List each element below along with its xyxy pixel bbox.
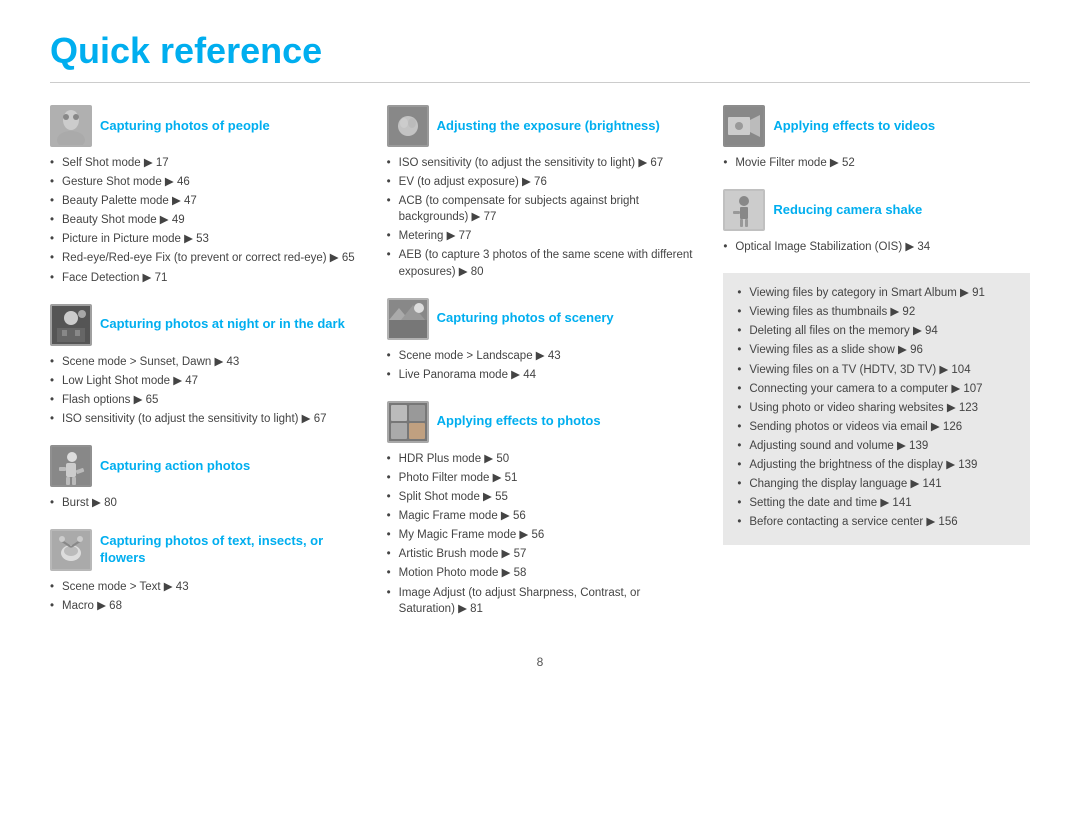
- list-item: Scene mode > Text ▶ 43: [50, 579, 357, 595]
- list-item: Motion Photo mode ▶ 58: [387, 565, 694, 581]
- section-action-list: Burst ▶ 80: [50, 495, 357, 511]
- exposure-thumb: [387, 105, 429, 147]
- list-item: My Magic Frame mode ▶ 56: [387, 527, 694, 543]
- section-text-title: Capturing photos of text, insects, or fl…: [100, 533, 357, 567]
- list-item: Live Panorama mode ▶ 44: [387, 367, 694, 383]
- section-people-header: Capturing photos of people: [50, 105, 357, 147]
- list-item: Gesture Shot mode ▶ 46: [50, 174, 357, 190]
- list-item: Split Shot mode ▶ 55: [387, 489, 694, 505]
- list-item: Burst ▶ 80: [50, 495, 357, 511]
- list-item: Macro ▶ 68: [50, 598, 357, 614]
- section-scenery-list: Scene mode > Landscape ▶ 43 Live Panoram…: [387, 348, 694, 383]
- section-scenery: Capturing photos of scenery Scene mode >…: [387, 298, 694, 383]
- list-item: Beauty Palette mode ▶ 47: [50, 193, 357, 209]
- list-item: Adjusting sound and volume ▶ 139: [737, 438, 1016, 454]
- list-item: ISO sensitivity (to adjust the sensitivi…: [387, 155, 694, 171]
- list-item: Adjusting the brightness of the display …: [737, 457, 1016, 473]
- list-item: Changing the display language ▶ 141: [737, 476, 1016, 492]
- section-action-header: Capturing action photos: [50, 445, 357, 487]
- section-night-header: Capturing photos at night or in the dark: [50, 304, 357, 346]
- list-item: Before contacting a service center ▶ 156: [737, 514, 1016, 530]
- section-people: Capturing photos of people Self Shot mod…: [50, 105, 357, 286]
- list-item: Setting the date and time ▶ 141: [737, 495, 1016, 511]
- section-effects-videos-header: Applying effects to videos: [723, 105, 1030, 147]
- section-effects-photos-header: Applying effects to photos: [387, 401, 694, 443]
- section-exposure-list: ISO sensitivity (to adjust the sensitivi…: [387, 155, 694, 280]
- list-item: Self Shot mode ▶ 17: [50, 155, 357, 171]
- section-night: Capturing photos at night or in the dark…: [50, 304, 357, 427]
- list-item: Viewing files as a slide show ▶ 96: [737, 342, 1016, 358]
- list-item: Movie Filter mode ▶ 52: [723, 155, 1030, 171]
- text-thumb: [50, 529, 92, 571]
- list-item: Viewing files as thumbnails ▶ 92: [737, 304, 1016, 320]
- section-people-title: Capturing photos of people: [100, 118, 270, 135]
- list-item: Face Detection ▶ 71: [50, 270, 357, 286]
- list-item: AEB (to capture 3 photos of the same sce…: [387, 247, 694, 279]
- column-1: Capturing photos of people Self Shot mod…: [50, 105, 357, 635]
- list-item: Using photo or video sharing websites ▶ …: [737, 400, 1016, 416]
- list-item: ACB (to compensate for subjects against …: [387, 193, 694, 225]
- list-item: Photo Filter mode ▶ 51: [387, 470, 694, 486]
- list-item: Image Adjust (to adjust Sharpness, Contr…: [387, 585, 694, 617]
- column-3: Applying effects to videos Movie Filter …: [723, 105, 1030, 635]
- list-item: HDR Plus mode ▶ 50: [387, 451, 694, 467]
- section-shake: Reducing camera shake Optical Image Stab…: [723, 189, 1030, 255]
- misc-box: Viewing files by category in Smart Album…: [723, 273, 1030, 545]
- section-text-header: Capturing photos of text, insects, or fl…: [50, 529, 357, 571]
- section-shake-title: Reducing camera shake: [773, 202, 922, 219]
- list-item: Picture in Picture mode ▶ 53: [50, 231, 357, 247]
- section-effects-photos-title: Applying effects to photos: [437, 413, 601, 430]
- section-exposure: Adjusting the exposure (brightness) ISO …: [387, 105, 694, 280]
- list-item: Viewing files on a TV (HDTV, 3D TV) ▶ 10…: [737, 362, 1016, 378]
- shake-thumb: [723, 189, 765, 231]
- list-item: Scene mode > Sunset, Dawn ▶ 43: [50, 354, 357, 370]
- section-shake-header: Reducing camera shake: [723, 189, 1030, 231]
- effects-videos-thumb: [723, 105, 765, 147]
- list-item: Viewing files by category in Smart Album…: [737, 285, 1016, 301]
- list-item: Optical Image Stabilization (OIS) ▶ 34: [723, 239, 1030, 255]
- column-2: Adjusting the exposure (brightness) ISO …: [387, 105, 694, 635]
- list-item: Connecting your camera to a computer ▶ 1…: [737, 381, 1016, 397]
- misc-box-list: Viewing files by category in Smart Album…: [737, 285, 1016, 530]
- list-item: Scene mode > Landscape ▶ 43: [387, 348, 694, 364]
- section-people-list: Self Shot mode ▶ 17 Gesture Shot mode ▶ …: [50, 155, 357, 286]
- page-title: Quick reference: [50, 30, 1030, 72]
- section-effects-videos-title: Applying effects to videos: [773, 118, 935, 135]
- section-effects-photos-list: HDR Plus mode ▶ 50 Photo Filter mode ▶ 5…: [387, 451, 694, 617]
- section-effects-videos-list: Movie Filter mode ▶ 52: [723, 155, 1030, 171]
- section-text: Capturing photos of text, insects, or fl…: [50, 529, 357, 614]
- section-action: Capturing action photos Burst ▶ 80: [50, 445, 357, 511]
- list-item: Beauty Shot mode ▶ 49: [50, 212, 357, 228]
- list-item: Magic Frame mode ▶ 56: [387, 508, 694, 524]
- list-item: EV (to adjust exposure) ▶ 76: [387, 174, 694, 190]
- page-number: 8: [50, 655, 1030, 669]
- list-item: Metering ▶ 77: [387, 228, 694, 244]
- section-night-list: Scene mode > Sunset, Dawn ▶ 43 Low Light…: [50, 354, 357, 427]
- action-thumb: [50, 445, 92, 487]
- section-exposure-title: Adjusting the exposure (brightness): [437, 118, 660, 135]
- list-item: Deleting all files on the memory ▶ 94: [737, 323, 1016, 339]
- list-item: Red-eye/Red-eye Fix (to prevent or corre…: [50, 250, 357, 266]
- main-grid: Capturing photos of people Self Shot mod…: [50, 105, 1030, 635]
- list-item: Artistic Brush mode ▶ 57: [387, 546, 694, 562]
- section-text-list: Scene mode > Text ▶ 43 Macro ▶ 68: [50, 579, 357, 614]
- section-exposure-header: Adjusting the exposure (brightness): [387, 105, 694, 147]
- list-item: Low Light Shot mode ▶ 47: [50, 373, 357, 389]
- night-thumb: [50, 304, 92, 346]
- section-scenery-title: Capturing photos of scenery: [437, 310, 614, 327]
- section-night-title: Capturing photos at night or in the dark: [100, 316, 345, 333]
- list-item: ISO sensitivity (to adjust the sensitivi…: [50, 411, 357, 427]
- list-item: Sending photos or videos via email ▶ 126: [737, 419, 1016, 435]
- section-scenery-header: Capturing photos of scenery: [387, 298, 694, 340]
- section-effects-videos: Applying effects to videos Movie Filter …: [723, 105, 1030, 171]
- people-thumb: [50, 105, 92, 147]
- scenery-thumb: [387, 298, 429, 340]
- title-divider: [50, 82, 1030, 83]
- section-effects-photos: Applying effects to photos HDR Plus mode…: [387, 401, 694, 617]
- effects-photos-thumb: [387, 401, 429, 443]
- section-shake-list: Optical Image Stabilization (OIS) ▶ 34: [723, 239, 1030, 255]
- list-item: Flash options ▶ 65: [50, 392, 357, 408]
- section-action-title: Capturing action photos: [100, 458, 250, 475]
